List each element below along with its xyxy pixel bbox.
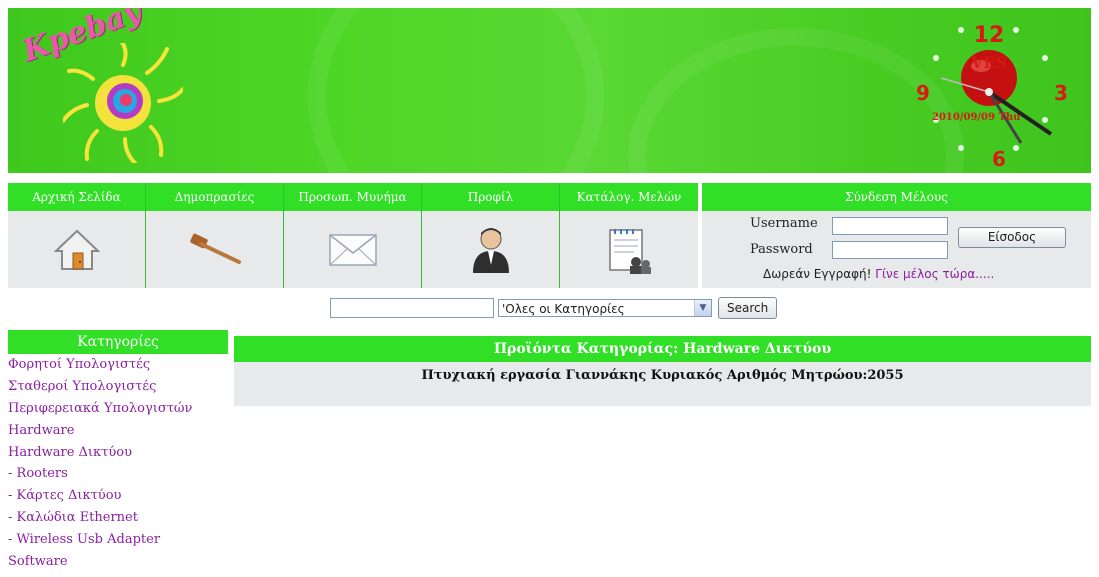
search-input[interactable]	[330, 298, 494, 318]
clock-widget-icon: 12 3 6 9 VES	[916, 23, 1068, 171]
register-prompt: Δωρεάν Εγγραφή! Γίνε μέλος τώρα.....	[763, 267, 994, 281]
category-link[interactable]: Σταθεροί Υπολογιστές	[8, 376, 228, 398]
main-content: Προϊόντα Κατηγορίας: Hardware Δικτύου Πτ…	[234, 336, 1091, 406]
gavel-icon	[189, 233, 241, 264]
svg-text:12: 12	[974, 23, 1005, 48]
main-navigation: Αρχική Σελίδα Δημοπρασίες Προσωπ. Μυνήμα	[8, 183, 698, 288]
search-bar: 'Ολες οι Κατηγορίες ▼ Search	[330, 297, 778, 319]
category-link[interactable]: Φορητοί Υπολογιστές	[8, 354, 228, 376]
register-text: Δωρεάν Εγγραφή!	[763, 267, 872, 281]
header-banner: Kpebay 12 3 6 9 VES 2010/09/09 Thu	[8, 8, 1091, 173]
login-button[interactable]: Είσοδος	[958, 227, 1066, 248]
svg-text:VES: VES	[970, 53, 1007, 72]
clock-date: 2010/09/09 Thu	[932, 112, 1021, 123]
banner-decoration	[308, 8, 604, 173]
nav-label: Αρχική Σελίδα	[8, 183, 145, 211]
svg-text:6: 6	[992, 147, 1006, 171]
login-title: Σύνδεση Μέλους	[702, 183, 1091, 211]
chevron-down-icon[interactable]: ▼	[694, 300, 711, 316]
register-link[interactable]: Γίνε μέλος τώρα.....	[875, 267, 994, 281]
category-link[interactable]: Hardware Δικτύου	[8, 442, 228, 464]
category-link[interactable]: - Κάρτες Δικτύου	[8, 485, 228, 507]
user-icon	[472, 227, 509, 273]
search-button[interactable]: Search	[718, 297, 778, 319]
nav-item-home[interactable]: Αρχική Σελίδα	[8, 183, 146, 288]
nav-item-messages[interactable]: Προσωπ. Μυνήμα	[284, 183, 422, 288]
username-input[interactable]	[832, 217, 948, 235]
nav-label: Προσωπ. Μυνήμα	[284, 183, 421, 211]
category-link[interactable]: Software	[8, 551, 228, 573]
nav-item-auctions[interactable]: Δημοπρασίες	[146, 183, 284, 288]
main-notice-panel: Πτυχιακή εργασία Γιαννάκης Κυριακός Αριθ…	[234, 362, 1091, 406]
category-link[interactable]: Περιφερειακά Υπολογιστών	[8, 398, 228, 420]
username-label: Username	[750, 216, 818, 231]
nav-label: Δημοπρασίες	[146, 183, 283, 211]
password-input[interactable]	[832, 241, 948, 259]
nav-label: Κατάλογ. Μελών	[560, 183, 698, 211]
home-icon	[53, 229, 100, 270]
notice-text: Πτυχιακή εργασία Γιαννάκης Κυριακός Αριθ…	[421, 368, 904, 383]
page-title: Προϊόντα Κατηγορίας: Hardware Δικτύου	[234, 336, 1091, 362]
sidebar-title: Κατηγορίες	[8, 330, 228, 354]
nav-item-profile[interactable]: Προφίλ	[422, 183, 560, 288]
nav-label: Προφίλ	[422, 183, 559, 211]
category-link[interactable]: - Rooters	[8, 463, 228, 485]
password-label: Password	[750, 242, 813, 257]
category-list: Φορητοί Υπολογιστές Σταθεροί Υπολογιστές…	[8, 354, 228, 573]
login-panel: Σύνδεση Μέλους Username Password Είσοδος…	[702, 183, 1091, 288]
svg-text:3: 3	[1054, 81, 1068, 105]
category-link[interactable]: - Wireless Usb Adapter	[8, 529, 228, 551]
category-link[interactable]: Hardware	[8, 420, 228, 442]
sun-logo-icon	[63, 43, 183, 163]
envelope-icon	[328, 233, 377, 266]
svg-text:9: 9	[916, 81, 930, 105]
category-select[interactable]: 'Ολες οι Κατηγορίες ▼	[498, 299, 712, 317]
category-sidebar: Κατηγορίες Φορητοί Υπολογιστές Σταθεροί …	[8, 330, 228, 573]
category-select-value: 'Ολες οι Κατηγορίες	[502, 302, 625, 316]
members-list-icon	[609, 228, 651, 274]
category-link[interactable]: - Καλώδια Ethernet	[8, 507, 228, 529]
nav-item-members[interactable]: Κατάλογ. Μελών	[560, 183, 698, 288]
